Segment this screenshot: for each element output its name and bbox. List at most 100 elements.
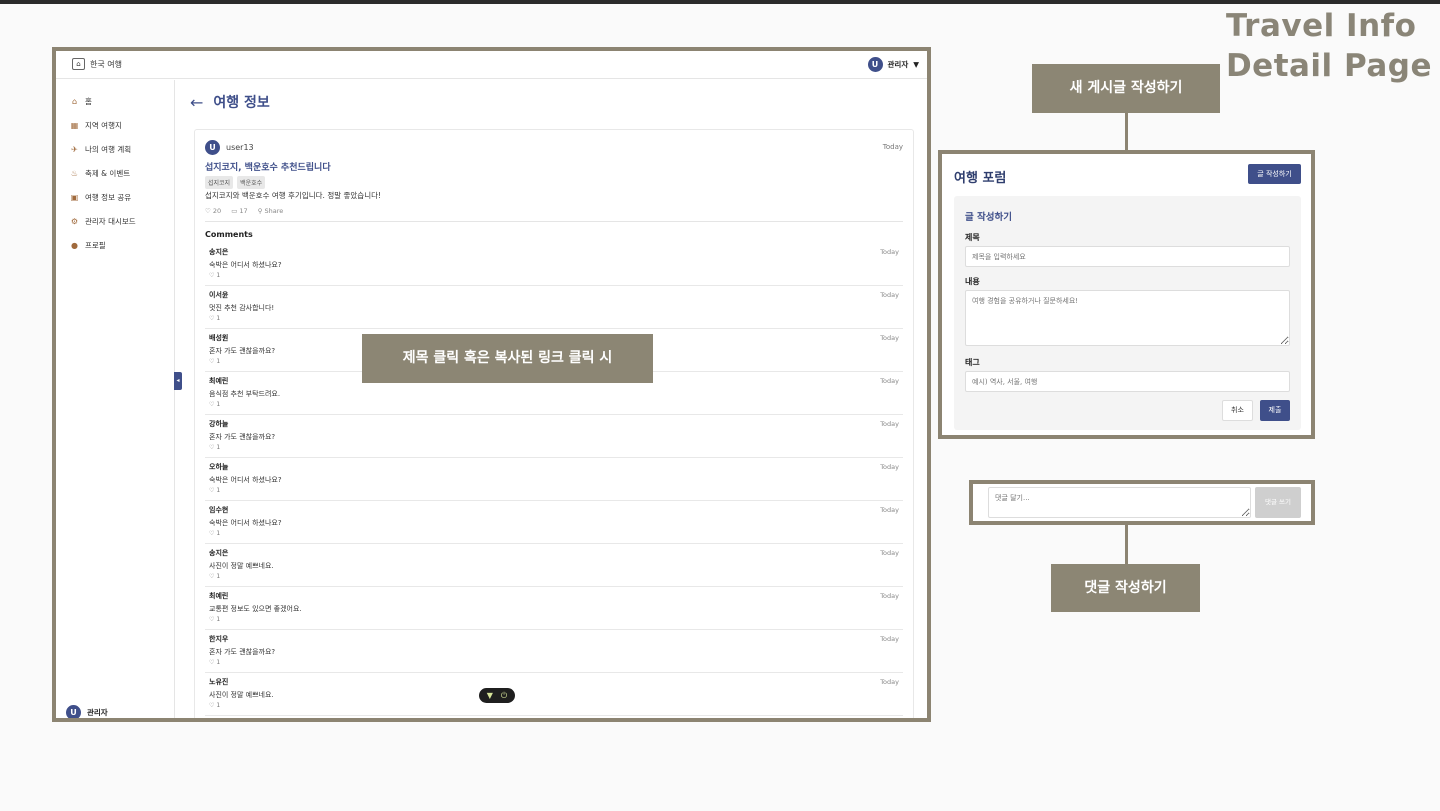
detail-page-mockup: ⌂ 한국 여행 U 관리자 ▼ ⌂ 홈 ▦ 지역 여행지 ✈ 나의 여행 계획 ♨ 축제 & … (52, 47, 931, 722)
comment-like-button[interactable]: ♡ 1 (209, 272, 899, 279)
comment-author: 이서윤 (209, 291, 229, 299)
comment-like-button[interactable]: ♡ 1 (209, 659, 899, 666)
back-arrow-icon[interactable]: ← (190, 93, 203, 112)
page-heading: Travel Info Detail Page (1226, 6, 1432, 86)
logo-icon: ⌂ (72, 58, 85, 70)
sidebar-item-1[interactable]: ▦ 지역 여행지 (56, 113, 174, 137)
comment-count-button[interactable]: ▭ 17 (231, 207, 248, 215)
tags-label: 태그 (965, 358, 980, 367)
comment-date: Today (880, 334, 899, 342)
app-logo[interactable]: ⌂ 한국 여행 (72, 58, 122, 70)
title-label: 제목 (965, 233, 980, 242)
connector-line (1125, 525, 1128, 564)
sidebar-nav: ⌂ 홈 ▦ 지역 여행지 ✈ 나의 여행 계획 ♨ 축제 & 이벤트 ▣ 여행 정보 공유 ⚙ 관리자… (56, 80, 174, 257)
comment-item: 한지우 혼자 가도 괜찮을까요? ♡ 1 Today (205, 630, 903, 673)
top-strip (0, 0, 1440, 4)
content-textarea[interactable] (965, 290, 1290, 346)
map-icon: ▦ (70, 120, 79, 130)
comment-text: 혼자 가도 괜찮을까요? (209, 648, 276, 656)
comment-submit-button[interactable]: 댓글 쓰기 (1255, 487, 1301, 518)
app-header: ⌂ 한국 여행 U 관리자 ▼ (56, 51, 927, 79)
plane-icon: ✈ (71, 144, 78, 154)
home-icon: ⌂ (71, 96, 78, 106)
link-icon: ⚲ (257, 207, 263, 215)
sidebar-item-label: 축제 & 이벤트 (85, 168, 131, 178)
chevron-down-icon: ▼ (913, 60, 919, 69)
sidebar-item-label: 여행 정보 공유 (85, 192, 132, 202)
comment-like-count: 1 (216, 487, 221, 494)
comment-like-button[interactable]: ♡ 1 (209, 401, 899, 408)
comment-text: 숙박은 어디서 하셨나요? (209, 519, 282, 527)
floating-toolbar[interactable]: ▼ ⏻ (479, 688, 515, 703)
heart-icon: ♡ (205, 207, 211, 215)
comment-like-button[interactable]: ♡ 1 (209, 487, 899, 494)
like-button[interactable]: ♡ 20 (205, 207, 221, 215)
heart-icon: ♡ (209, 702, 215, 709)
sidebar-item-4[interactable]: ▣ 여행 정보 공유 (56, 185, 174, 209)
comment-text: 숙박은 어디서 하셨나요? (209, 261, 282, 269)
comment-author: 송지은 (209, 248, 229, 256)
power-icon[interactable]: ⏻ (501, 691, 507, 700)
sidebar-item-5[interactable]: ⚙ 관리자 대시보드 (56, 209, 174, 233)
comment-like-count: 1 (216, 616, 221, 623)
gear-icon: ⚙ (70, 216, 79, 226)
sidebar-item-2[interactable]: ✈ 나의 여행 계획 (56, 137, 174, 161)
sidebar-footer-name: 관리자 (87, 708, 108, 717)
comment-like-button[interactable]: ♡ 1 (209, 702, 899, 709)
comment-item: 최예린 교통편 정보도 있으면 좋겠어요. ♡ 1 Today (205, 587, 903, 630)
comment-icon: ▭ (231, 207, 238, 215)
sidebar-item-6[interactable]: ● 프로필 (56, 233, 174, 257)
comment-author: 최예린 (209, 592, 229, 600)
comment-text: 음식점 추천 부탁드려요. (209, 390, 281, 398)
heart-icon: ♡ (209, 272, 215, 279)
sidebar-item-label: 관리자 대시보드 (85, 216, 136, 226)
title-input[interactable] (965, 246, 1290, 267)
comment-item: 오하늘 숙박은 어디서 하셨나요? ♡ 1 Today (205, 458, 903, 501)
tag-chip[interactable]: 백운호수 (237, 176, 266, 189)
heart-icon: ♡ (209, 315, 215, 322)
comment-date: Today (880, 248, 899, 256)
comment-like-count: 1 (216, 702, 221, 709)
post-date: Today (882, 143, 903, 151)
comment-like-button[interactable]: ♡ 1 (209, 573, 899, 580)
submit-button[interactable]: 제출 (1260, 400, 1290, 421)
cancel-button[interactable]: 취소 (1222, 400, 1253, 421)
comment-date: Today (880, 635, 899, 643)
sidebar-footer-user[interactable]: U 관리자 (66, 705, 108, 718)
sidebar-item-3[interactable]: ♨ 축제 & 이벤트 (56, 161, 174, 185)
comment-author: 임수현 (209, 506, 229, 514)
avatar: U (66, 705, 81, 718)
comment-like-button[interactable]: ♡ 1 (209, 616, 899, 623)
comment-list: 송지은 숙박은 어디서 하셨나요? ♡ 1 Today 이서윤 멋진 추천 감사합니다! ♡… (205, 243, 903, 716)
comment-like-count: 1 (216, 659, 221, 666)
comment-author: 오하늘 (209, 463, 229, 471)
comment-like-button[interactable]: ♡ 1 (209, 315, 899, 322)
comment-like-count: 1 (216, 401, 221, 408)
tag-chip[interactable]: 섭지코지 (205, 176, 234, 189)
write-form: 글 작성하기 제목 내용 태그 취소 제출 (954, 196, 1301, 430)
comment-date: Today (880, 506, 899, 514)
post-author-row: U user13 (205, 140, 254, 155)
person-icon: ● (71, 240, 78, 250)
comment-like-count: 1 (216, 530, 221, 537)
chevron-down-icon[interactable]: ▼ (487, 691, 493, 700)
heart-icon: ♡ (209, 401, 215, 408)
sidebar-item-0[interactable]: ⌂ 홈 (56, 89, 174, 113)
user-menu[interactable]: U 관리자 ▼ (867, 57, 919, 72)
comment-date: Today (880, 549, 899, 557)
comment-item: 송지은 사진이 정말 예쁘네요. ♡ 1 Today (205, 544, 903, 587)
sidebar-item-label: 홈 (85, 96, 92, 106)
post-title-link[interactable]: 섭지코지, 백운호수 추천드립니다 (205, 160, 331, 173)
comment-like-button[interactable]: ♡ 1 (209, 530, 899, 537)
comment-count: 17 (239, 207, 248, 215)
comment-author: 노유진 (209, 678, 229, 686)
like-count: 20 (212, 207, 222, 215)
comment-input[interactable] (988, 487, 1251, 518)
comment-like-count: 1 (216, 315, 221, 322)
heart-icon: ♡ (209, 616, 215, 623)
tags-input[interactable] (965, 371, 1290, 392)
share-button[interactable]: ⚲ Share (258, 207, 284, 215)
write-post-button[interactable]: 글 작성하기 (1248, 164, 1301, 184)
comment-like-button[interactable]: ♡ 1 (209, 444, 899, 451)
annotation-write-comment: 댓글 작성하기 (1051, 564, 1200, 612)
